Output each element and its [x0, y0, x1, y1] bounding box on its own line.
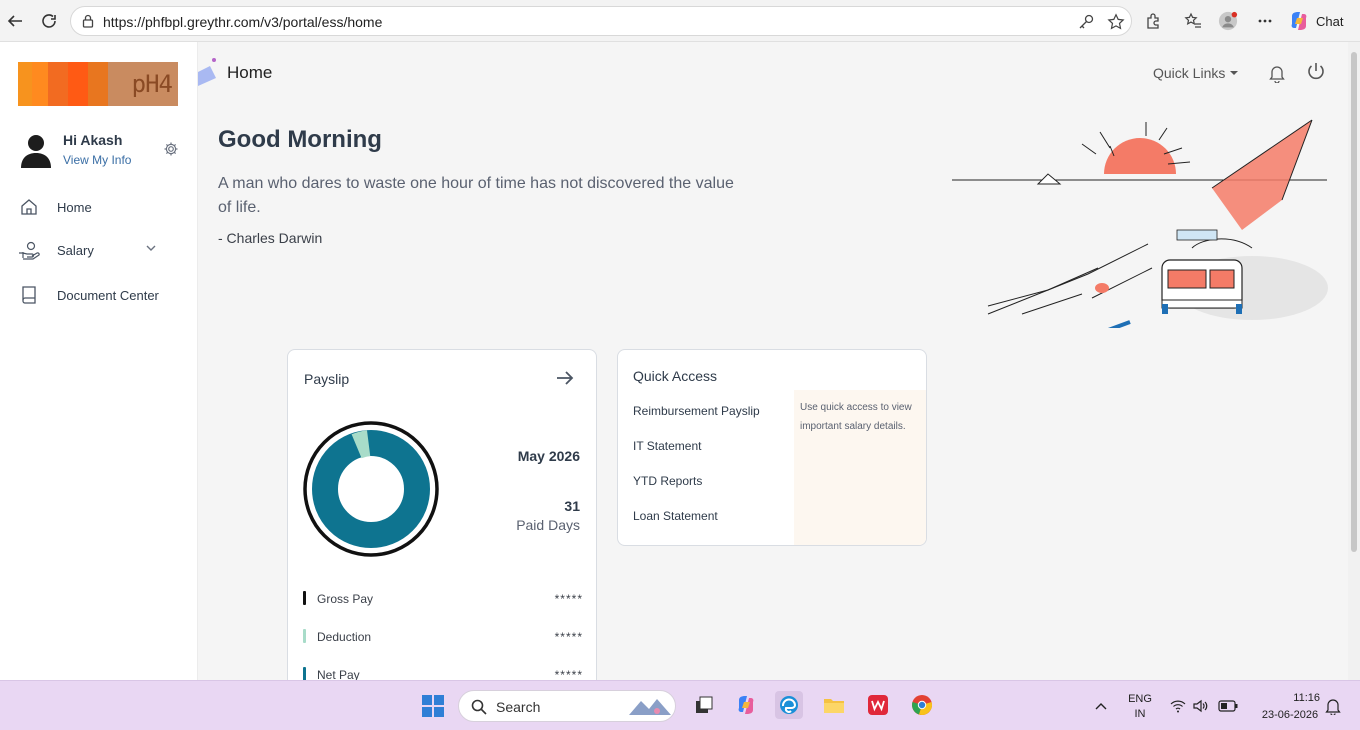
chevron-down-icon[interactable]	[145, 242, 157, 254]
quick-access-card: Quick Access Reimbursement Payslip IT St…	[617, 349, 927, 546]
gear-icon[interactable]	[163, 141, 179, 157]
favorite-star-icon[interactable]	[1107, 13, 1125, 31]
page: pH4 Hi Akash View My Info Home Salary Do…	[0, 42, 1348, 689]
wps-office-icon[interactable]	[864, 691, 892, 719]
volume-icon[interactable]	[1193, 699, 1209, 713]
sidebar-item-label: Home	[57, 199, 92, 215]
taskbar-search[interactable]: Search	[458, 690, 676, 722]
power-icon[interactable]	[1306, 61, 1326, 83]
sidebar-item-label: Salary	[57, 242, 94, 258]
payslip-title: Payslip	[304, 371, 350, 387]
quick-links-dropdown[interactable]: Quick Links	[1153, 65, 1239, 81]
pay-label: Gross Pay	[317, 592, 374, 606]
quick-links-label: Quick Links	[1153, 65, 1226, 81]
language-code: ENG	[1128, 693, 1152, 705]
scrollbar-thumb[interactable]	[1351, 52, 1357, 552]
sidebar-item-document-center[interactable]: Document Center	[18, 283, 159, 307]
caret-down-icon	[1230, 71, 1239, 75]
quick-link-it-statement[interactable]: IT Statement	[633, 439, 701, 453]
notification-bell-icon[interactable]	[1325, 697, 1341, 715]
pay-value: *****	[554, 630, 583, 644]
quick-access-title: Quick Access	[633, 368, 718, 384]
legend-swatch	[303, 591, 306, 605]
key-icon[interactable]	[1077, 13, 1095, 31]
language-indicator[interactable]: ENG IN	[1126, 693, 1154, 720]
copilot-icon	[1291, 12, 1307, 30]
chevron-up-icon[interactable]	[1095, 701, 1107, 711]
clock-date: 23-06-2026	[1261, 709, 1319, 721]
view-my-info-link[interactable]: View My Info	[63, 153, 131, 167]
search-highlight-icon	[629, 699, 671, 715]
battery-icon[interactable]	[1218, 700, 1238, 712]
favorites-icon[interactable]	[1183, 11, 1203, 31]
greeting-heading: Good Morning	[218, 126, 382, 153]
quick-link-loan-statement[interactable]: Loan Statement	[633, 509, 718, 523]
task-view-icon[interactable]	[690, 691, 718, 719]
search-icon	[471, 699, 487, 715]
payslip-period: May 2026	[517, 448, 580, 464]
lock-icon	[81, 14, 95, 33]
browser-toolbar: https://phfbpl.greythr.com/v3/portal/ess…	[0, 0, 1360, 42]
edge-browser-icon[interactable]	[775, 691, 803, 719]
clock-time: 11:16	[1293, 692, 1320, 704]
chrome-icon[interactable]	[908, 691, 936, 719]
page-title: Home	[227, 63, 273, 82]
refresh-icon[interactable]	[38, 10, 60, 32]
user-greeting: Hi Akash	[63, 132, 123, 148]
gross-pay-row: Gross Pay *****	[303, 591, 583, 607]
profile-icon[interactable]	[1218, 11, 1238, 31]
wifi-icon[interactable]	[1170, 699, 1186, 713]
logo-text: pH4	[108, 62, 178, 106]
extensions-icon[interactable]	[1143, 11, 1163, 31]
sidebar: pH4 Hi Akash View My Info Home Salary Do…	[0, 42, 198, 680]
pay-label: Deduction	[317, 630, 372, 644]
copilot-chat-button[interactable]: Chat	[1288, 8, 1350, 34]
legend-swatch	[303, 667, 306, 681]
arrow-right-icon[interactable]	[554, 367, 576, 389]
windows-start-icon[interactable]	[422, 695, 444, 717]
quick-link-ytd-reports[interactable]: YTD Reports	[633, 474, 702, 488]
region-code: IN	[1134, 708, 1146, 720]
pay-value: *****	[554, 592, 583, 606]
paid-days-value: 31	[564, 498, 580, 514]
sidebar-item-label: Document Center	[57, 287, 159, 303]
taskbar: Search ENG IN 11:16 23-06-2026	[0, 680, 1360, 730]
scrollbar[interactable]	[1348, 42, 1360, 680]
home-icon	[18, 196, 40, 218]
avatar	[21, 135, 51, 168]
quick-link-reimbursement-payslip[interactable]: Reimbursement Payslip	[633, 404, 760, 418]
company-logo[interactable]: pH4	[18, 62, 178, 106]
quick-access-note: Use quick access to view important salar…	[794, 390, 926, 545]
payslip-card: Payslip May 2026 31 Paid Days Gross Pay …	[287, 349, 597, 689]
address-bar[interactable]: https://phfbpl.greythr.com/v3/portal/ess…	[70, 6, 1132, 36]
paid-days-label: Paid Days	[516, 517, 580, 533]
bell-icon[interactable]	[1268, 63, 1286, 83]
deduction-row: Deduction *****	[303, 629, 583, 645]
back-icon[interactable]	[4, 10, 26, 32]
clock[interactable]: 11:16 23-06-2026	[1250, 692, 1330, 721]
sidebar-item-home[interactable]: Home	[18, 195, 92, 219]
file-explorer-icon[interactable]	[820, 691, 848, 719]
daily-quote: A man who dares to waste one hour of tim…	[218, 175, 734, 216]
chat-label: Chat	[1316, 13, 1344, 29]
payslip-donut-chart	[303, 421, 439, 557]
copilot-app-icon[interactable]	[732, 691, 760, 719]
book-icon	[18, 284, 40, 306]
more-options-icon[interactable]	[1255, 11, 1275, 31]
quote-author: - Charles Darwin	[218, 230, 323, 246]
decorative-blob	[198, 58, 216, 86]
sidebar-item-salary[interactable]: Salary	[18, 238, 94, 262]
hand-money-icon	[18, 239, 40, 261]
legend-swatch	[303, 629, 306, 643]
url-text: https://phfbpl.greythr.com/v3/portal/ess…	[103, 14, 383, 30]
search-label: Search	[496, 699, 541, 715]
road-trip-illustration	[952, 119, 1328, 328]
